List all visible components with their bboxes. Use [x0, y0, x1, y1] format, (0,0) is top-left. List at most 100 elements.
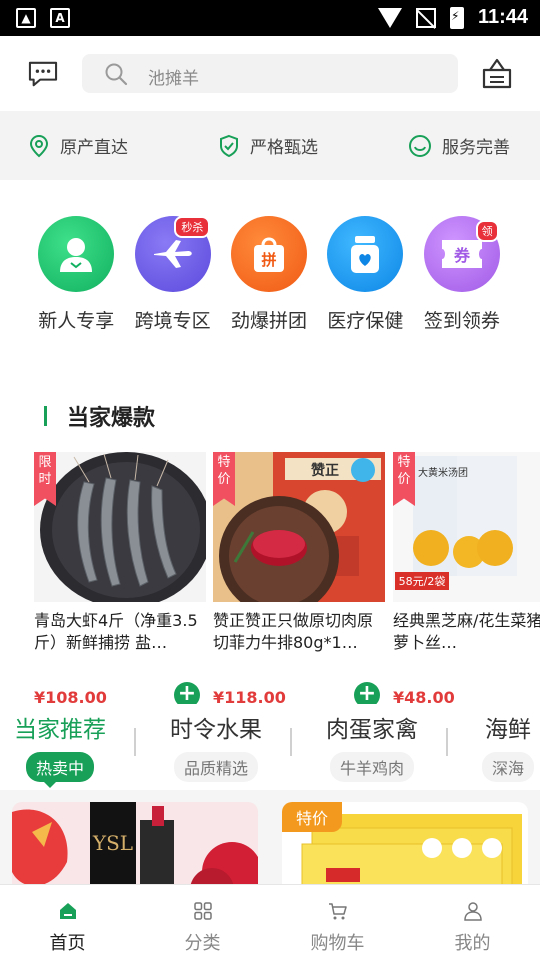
tabbar-profile[interactable]: 我的 [405, 885, 540, 960]
section-accent-bar [44, 406, 47, 426]
smile-icon [409, 134, 431, 157]
quick-entry-label: 新人专享 [38, 310, 115, 332]
product-image: 赞正 特价 [213, 452, 385, 602]
svg-text:YSL: YSL [92, 831, 133, 855]
shopping-bag-icon: 拼 [231, 216, 308, 292]
product-card[interactable]: 大黄米汤团 58元/2袋 特价 经典黑芝麻/花生菜猪肉/萝卜丝… [393, 452, 540, 654]
tabbar-label: 分类 [184, 933, 221, 954]
tabbar-home[interactable]: 首页 [0, 885, 135, 960]
product-image: YSL [12, 802, 258, 884]
product-card[interactable]: 赞正 特价 赞正赞正只做原切肉原切菲力牛排80g*1… [213, 452, 385, 654]
product-price: ¥48.00 [393, 688, 455, 704]
quick-entry-health[interactable]: 医疗保健 [317, 216, 413, 346]
hot-section-header: 当家爆款 [44, 398, 155, 434]
tab-title: 肉蛋家禽 [326, 717, 418, 743]
no-sim-icon [415, 7, 436, 28]
home-icon [59, 903, 76, 919]
person-icon [38, 216, 115, 292]
quick-entry-label: 劲爆拼团 [231, 310, 308, 332]
product-image: 限时 [34, 452, 206, 602]
grid-product-tag: 特价 [282, 802, 343, 832]
feature-service: 服务完善 [408, 133, 510, 158]
product-brand-label: 大黄米汤团 [418, 466, 468, 479]
quick-entry-group-buy[interactable]: 拼 劲爆拼团 [221, 216, 317, 346]
tab-title: 当家推荐 [14, 717, 106, 743]
tab-divider [134, 728, 136, 756]
tabbar-label: 购物车 [310, 933, 365, 954]
tab-title: 时令水果 [170, 717, 262, 743]
quick-entry-newcomer[interactable]: 新人专享 [28, 216, 124, 346]
tab-recommended[interactable]: 当家推荐 热卖中 [14, 710, 106, 782]
hot-products-row: 限时 青岛大虾4斤（净重3.5斤）新鲜捕捞 盐… ¥108.00 + 赞正 特价 [0, 452, 540, 704]
tab-divider [446, 728, 448, 756]
tab-subtitle: 深海 [482, 752, 535, 782]
category-tabs: 当家推荐 热卖中 时令水果 品质精选 肉蛋家禽 牛羊鸡肉 海鲜 深海 [0, 704, 540, 790]
feature-label: 服务完善 [442, 138, 510, 158]
feature-origin: 原产直达 [28, 133, 128, 158]
recommend-grid: YSL 特价 [0, 790, 540, 884]
feature-strip: 原产直达 严格甄选 服务完善 [0, 111, 540, 180]
quick-entry-label: 签到领券 [423, 310, 500, 332]
tabbar-label: 我的 [454, 933, 491, 954]
feature-label: 严格甄选 [250, 138, 318, 158]
tab-seafood[interactable]: 海鲜 深海 [482, 710, 535, 782]
grid-product-card[interactable]: YSL [12, 802, 258, 884]
search-placeholder: 池摊羊 [148, 69, 199, 89]
category-grid-icon [193, 902, 212, 920]
group-buy-glyph: 拼 [262, 251, 277, 269]
cart-icon [328, 903, 347, 920]
quick-entry-label: 跨境专区 [134, 310, 211, 332]
tab-subtitle: 牛羊鸡肉 [329, 752, 414, 782]
product-promo-label: 58元/2袋 [399, 574, 446, 588]
product-price: ¥108.00 [34, 688, 107, 704]
tab-subtitle: 热卖中 [25, 752, 94, 782]
coupon-glyph: 券 [453, 246, 471, 265]
section-title: 当家爆款 [67, 406, 156, 431]
search-icon [105, 63, 128, 86]
product-tag: 特价 [213, 452, 235, 506]
tab-meat-eggs[interactable]: 肉蛋家禽 牛羊鸡肉 [326, 710, 418, 782]
tab-divider [290, 728, 292, 756]
status-bar: ▲ A 11:44 [0, 0, 540, 36]
add-to-cart-button[interactable]: + [174, 682, 200, 704]
tabbar-category[interactable]: 分类 [135, 885, 270, 960]
tabbar-label: 首页 [49, 933, 86, 954]
quick-entry-row: 新人专享 秒杀 跨境专区 拼 劲爆拼团 医疗保健 券 领 签到领券 [0, 216, 540, 346]
product-image: 大黄米汤团 58元/2袋 特价 [393, 452, 540, 602]
user-icon [463, 902, 482, 921]
bottom-tab-bar: 首页 分类 购物车 我的 [0, 884, 540, 960]
quick-entry-label: 医疗保健 [327, 310, 404, 332]
wifi-icon [377, 7, 402, 28]
tabbar-cart[interactable]: 购物车 [270, 885, 405, 960]
message-icon[interactable] [26, 60, 60, 88]
shield-check-icon [220, 134, 238, 157]
product-tag: 限时 [34, 452, 56, 506]
product-name: 经典黑芝麻/花生菜猪肉/萝卜丝… [393, 611, 540, 652]
product-name: 青岛大虾4斤（净重3.5斤）新鲜捕捞 盐… [34, 611, 198, 652]
location-pin-icon [29, 134, 49, 157]
product-tag: 特价 [393, 452, 415, 506]
feature-label: 原产直达 [60, 138, 128, 158]
quick-entry-crossborder[interactable]: 秒杀 跨境专区 [124, 216, 220, 346]
font-notification-icon: A [50, 8, 70, 28]
search-bar[interactable]: 池摊羊 [82, 54, 458, 93]
grid-product-card[interactable]: 特价 [282, 802, 528, 884]
product-price: ¥118.00 [213, 688, 286, 704]
quick-entry-checkin[interactable]: 券 领 签到领券 [414, 216, 510, 346]
claim-badge: 领 [475, 220, 499, 242]
tab-title: 海鲜 [485, 717, 531, 743]
basket-icon[interactable] [480, 56, 514, 90]
status-time: 11:44 [477, 6, 528, 28]
tab-subtitle: 品质精选 [173, 752, 258, 782]
product-name: 赞正赞正只做原切肉原切菲力牛排80g*1… [213, 611, 374, 652]
medicine-bottle-icon [327, 216, 404, 292]
tab-fruit[interactable]: 时令水果 品质精选 [170, 710, 262, 782]
flash-sale-badge: 秒杀 [174, 216, 211, 238]
battery-charging-icon [449, 6, 464, 29]
product-card[interactable]: 限时 青岛大虾4斤（净重3.5斤）新鲜捕捞 盐… [34, 452, 206, 654]
image-notification-icon: ▲ [16, 8, 36, 28]
add-to-cart-button[interactable]: + [354, 682, 380, 704]
header: 池摊羊 [0, 36, 540, 111]
product-brand-label: 赞正 [310, 462, 339, 479]
feature-quality: 严格甄选 [218, 133, 318, 158]
